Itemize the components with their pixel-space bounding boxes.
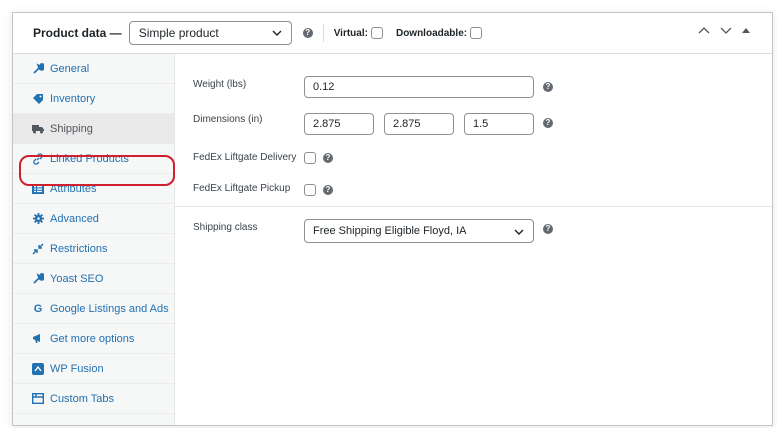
sidebar-item-get-more-options[interactable]: Get more options [13, 324, 174, 354]
sidebar-item-attributes[interactable]: Attributes [13, 174, 174, 204]
sidebar-item-label: Get more options [50, 332, 135, 345]
sidebar-item-linked-products[interactable]: Linked Products [13, 144, 174, 174]
fedex-delivery-checkbox[interactable] [304, 152, 316, 164]
weight-value: 0.12 [313, 81, 335, 93]
product-data-header: Product data — Simple product ? Virtual:… [13, 13, 772, 54]
shipping-class-help-icon[interactable]: ? [543, 224, 553, 234]
wrench-icon [32, 63, 44, 74]
sidebar-item-label: WP Fusion [50, 362, 104, 375]
sidebar-item-label: Linked Products [50, 152, 129, 165]
fedex-pickup-checkbox[interactable] [304, 184, 316, 196]
sidebar-item-label: General [50, 62, 90, 75]
fedex-pickup-help-icon[interactable]: ? [323, 185, 333, 195]
panel-controls [698, 25, 750, 35]
gear-icon [32, 213, 44, 224]
sidebar-item-label: Custom Tabs [50, 392, 114, 405]
fedex-delivery-help-icon[interactable]: ? [323, 153, 333, 163]
sidebar-item-advanced[interactable]: Advanced [13, 204, 174, 234]
sidebar-item-label: Attributes [50, 182, 97, 195]
shipping-class-value: Free Shipping Eligible Floyd, IA [313, 225, 467, 237]
header-divider [322, 24, 324, 42]
sidebar-item-label: Shipping [50, 122, 93, 135]
product-type-select[interactable]: Simple product [128, 21, 292, 45]
arrows-icon [32, 243, 44, 255]
height-input[interactable]: 1.5 [464, 113, 534, 135]
length-input[interactable]: 2.875 [304, 113, 374, 135]
sidebar-item-shipping[interactable]: Shipping [13, 114, 174, 144]
shipping-class-label: Shipping class [193, 222, 258, 233]
google-icon: G [33, 302, 43, 315]
sidebar-item-label: Advanced [50, 212, 99, 225]
sidebar-item-inventory[interactable]: Inventory [13, 84, 174, 114]
fedex-pickup-label: FedEx Liftgate Pickup [193, 183, 291, 194]
downloadable-checkbox[interactable] [470, 27, 483, 39]
shipping-options-panel: Weight (lbs) 0.12 ? Dimensions (in) 2.87… [175, 54, 772, 425]
weight-help-icon[interactable]: ? [543, 82, 553, 92]
downloadable-toggle[interactable]: Downloadable: [395, 27, 483, 39]
chevron-down-icon [272, 30, 282, 36]
dimensions-help-icon[interactable]: ? [543, 118, 553, 128]
virtual-label: Virtual: [333, 27, 368, 39]
section-divider [175, 206, 772, 207]
sidebar-item-google-listings[interactable]: G Google Listings and Ads [13, 294, 174, 324]
help-icon[interactable]: ? [302, 28, 313, 38]
sidebar-item-label: Inventory [50, 92, 96, 105]
tag-icon [32, 93, 44, 104]
weight-label: Weight (lbs) [193, 79, 247, 90]
sidebar-item-yoast-seo[interactable]: Yoast SEO [13, 264, 174, 294]
chevron-down-icon [514, 229, 524, 235]
height-value: 1.5 [473, 118, 489, 130]
sidebar-item-label: Restrictions [50, 242, 108, 255]
sidebar-item-custom-tabs[interactable]: Custom Tabs [13, 384, 174, 414]
megaphone-icon [32, 333, 44, 344]
width-input[interactable]: 2.875 [384, 113, 454, 135]
truck-icon [32, 124, 44, 134]
product-data-tabs: General Inventory Shipping Linked Produc… [13, 54, 175, 425]
weight-input[interactable]: 0.12 [304, 76, 534, 98]
dimensions-label: Dimensions (in) [193, 114, 263, 125]
move-up-icon[interactable] [698, 25, 710, 35]
collapse-toggle-icon[interactable] [742, 26, 750, 34]
length-value: 2.875 [313, 118, 341, 130]
link-icon [32, 152, 44, 165]
product-data-panel: Product data — Simple product ? Virtual:… [12, 12, 773, 426]
tabs-icon [32, 393, 44, 404]
sidebar-item-general[interactable]: General [13, 54, 174, 84]
wpfusion-icon [32, 362, 44, 375]
fedex-delivery-label: FedEx Liftgate Delivery [193, 152, 297, 163]
downloadable-label: Downloadable: [395, 27, 468, 39]
sidebar-item-label: Yoast SEO [50, 272, 104, 285]
sidebar-item-restrictions[interactable]: Restrictions [13, 234, 174, 264]
list-icon [32, 183, 44, 194]
product-type-value: Simple product [138, 26, 219, 40]
width-value: 2.875 [393, 118, 421, 130]
sidebar-item-wp-fusion[interactable]: WP Fusion [13, 354, 174, 384]
sidebar-item-label: Google Listings and Ads [50, 302, 169, 315]
shipping-class-select[interactable]: Free Shipping Eligible Floyd, IA [304, 219, 534, 243]
wrench-icon [32, 273, 44, 284]
product-data-title: Product data — [33, 26, 122, 40]
virtual-checkbox[interactable] [370, 27, 383, 39]
virtual-toggle[interactable]: Virtual: [334, 27, 383, 39]
move-down-icon[interactable] [720, 25, 732, 35]
